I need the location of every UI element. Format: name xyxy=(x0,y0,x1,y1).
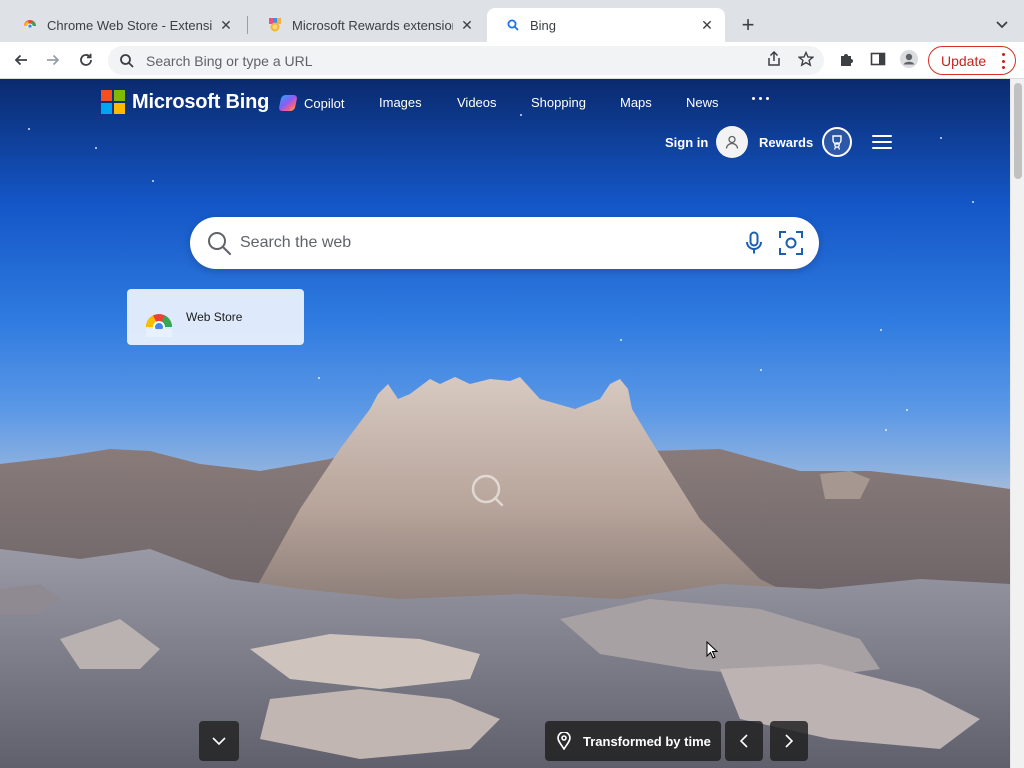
close-tab-icon[interactable]: ✕ xyxy=(459,17,475,33)
nav-images[interactable]: Images xyxy=(379,95,422,110)
search-input[interactable] xyxy=(240,234,742,252)
image-caption-button[interactable]: Transformed by time xyxy=(545,721,721,761)
location-pin-icon xyxy=(557,732,573,750)
chrome-web-store-icon xyxy=(145,309,173,337)
share-icon[interactable] xyxy=(763,48,785,70)
star xyxy=(760,369,762,371)
nav-videos[interactable]: Videos xyxy=(457,95,497,110)
brand-name: Microsoft Bing xyxy=(132,90,270,113)
new-tab-button[interactable]: + xyxy=(736,12,760,37)
quick-link-web-store[interactable]: Web Store xyxy=(127,289,304,345)
close-tab-icon[interactable]: ✕ xyxy=(218,17,234,33)
tab-chrome-web-store[interactable]: Chrome Web Store - Extensions ✕ xyxy=(4,8,244,42)
bing-search-icon xyxy=(505,17,521,33)
reload-icon xyxy=(80,53,92,66)
nav-shopping[interactable]: Shopping xyxy=(531,95,586,110)
chevron-down-icon xyxy=(212,737,226,745)
back-button[interactable] xyxy=(8,47,34,73)
update-button[interactable]: Update xyxy=(928,46,1016,75)
star xyxy=(885,429,887,431)
star xyxy=(620,339,622,341)
tab-search-chevron-icon[interactable] xyxy=(990,13,1014,37)
reload-button[interactable] xyxy=(73,47,99,73)
star xyxy=(28,128,30,130)
back-arrow-icon xyxy=(14,54,27,66)
rewards-extension-icon xyxy=(267,17,283,33)
bing-homepage: Microsoft Bing Copilot Images Videos Sho… xyxy=(0,79,1010,768)
user-avatar-icon xyxy=(716,126,749,158)
more-options-icon xyxy=(1001,53,1005,69)
bookmark-star-icon[interactable] xyxy=(795,48,817,70)
star xyxy=(972,201,974,203)
chevron-right-icon xyxy=(785,734,793,748)
forward-arrow-icon xyxy=(47,54,60,66)
chrome-web-store-icon xyxy=(22,17,38,33)
nav-label: Maps xyxy=(620,95,652,110)
tab-microsoft-rewards[interactable]: Microsoft Rewards extension ✕ xyxy=(249,8,485,42)
browser-toolbar: Search Bing or type a URL Update xyxy=(0,42,1024,79)
page-scrollbar[interactable] xyxy=(1010,79,1024,768)
visual-search-icon[interactable] xyxy=(778,230,804,256)
tab-strip: Chrome Web Store - Extensions ✕ Microsof… xyxy=(0,0,1024,42)
tab-bing[interactable]: Bing ✕ xyxy=(487,8,725,42)
forward-button[interactable] xyxy=(40,47,66,73)
more-nav-icon[interactable] xyxy=(752,97,769,100)
scroll-down-button[interactable] xyxy=(199,721,239,761)
nav-label: News xyxy=(686,95,719,110)
next-image-button[interactable] xyxy=(770,721,808,761)
tab-title: Microsoft Rewards extension xyxy=(292,17,453,33)
star xyxy=(152,180,154,182)
address-bar[interactable]: Search Bing or type a URL xyxy=(108,46,824,75)
address-placeholder: Search Bing or type a URL xyxy=(146,52,313,69)
previous-image-button[interactable] xyxy=(725,721,763,761)
star xyxy=(940,137,942,139)
extensions-puzzle-icon[interactable] xyxy=(835,48,857,70)
side-panel-icon[interactable] xyxy=(867,48,889,70)
microsoft-logo-icon xyxy=(101,90,125,114)
close-tab-icon[interactable]: ✕ xyxy=(699,17,715,33)
sign-in-label: Sign in xyxy=(665,134,709,150)
scrollbar-thumb[interactable] xyxy=(1014,83,1022,179)
star xyxy=(318,377,320,379)
tab-divider xyxy=(247,16,248,34)
microphone-icon[interactable] xyxy=(742,231,766,255)
nav-copilot[interactable]: Copilot xyxy=(278,95,345,111)
update-label: Update xyxy=(941,52,987,69)
chevron-left-icon xyxy=(740,734,748,748)
menu-hamburger-icon[interactable] xyxy=(872,135,892,149)
star xyxy=(520,114,522,116)
mouse-cursor-icon xyxy=(706,641,718,659)
tab-title: Bing xyxy=(530,17,557,33)
star xyxy=(906,409,908,411)
tab-title: Chrome Web Store - Extensions xyxy=(47,17,212,33)
trophy-icon xyxy=(822,127,853,157)
search-icon xyxy=(206,230,232,256)
star xyxy=(880,329,882,331)
rewards-label: Rewards xyxy=(759,134,814,150)
sign-in-button[interactable]: Sign in xyxy=(665,126,749,158)
quick-link-label: Web Store xyxy=(186,310,243,324)
nav-maps[interactable]: Maps xyxy=(620,95,652,110)
background-landscape-image xyxy=(0,377,1010,768)
bing-search-box[interactable] xyxy=(190,217,819,269)
nav-label: Copilot xyxy=(304,95,345,111)
image-caption-text: Transformed by time xyxy=(583,733,711,749)
nav-label: Videos xyxy=(457,95,497,110)
copilot-icon xyxy=(278,95,298,111)
visual-search-lens-icon[interactable] xyxy=(470,473,506,509)
profile-avatar-icon[interactable] xyxy=(898,48,920,70)
nav-label: Images xyxy=(379,95,422,110)
search-icon xyxy=(119,53,135,69)
rewards-button[interactable]: Rewards xyxy=(759,126,853,158)
nav-label: Shopping xyxy=(531,95,586,110)
bing-logo[interactable]: Microsoft Bing xyxy=(101,90,269,114)
nav-news[interactable]: News xyxy=(686,95,719,110)
star xyxy=(95,147,97,149)
